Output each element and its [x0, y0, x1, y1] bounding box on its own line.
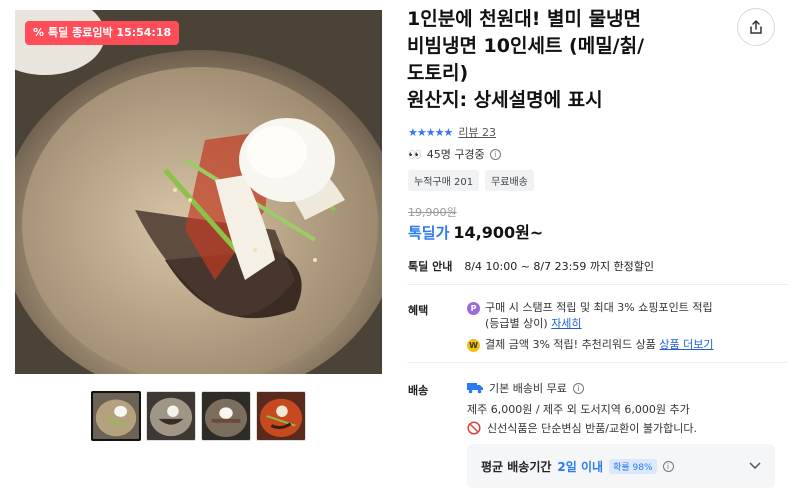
review-count-link[interactable]: 리뷰 23: [458, 124, 496, 140]
chevron-down-icon: [749, 462, 761, 470]
details-link[interactable]: 자세히: [551, 317, 581, 330]
reward-coin-icon: W: [467, 339, 480, 352]
shipping-extra-row: 제주 6,000원 / 제주 외 도서지역 6,000원 추가: [467, 401, 690, 417]
thumbnail-1[interactable]: [91, 391, 141, 441]
divider: [407, 362, 787, 363]
deal-info-value: 8/4 10:00 ~ 8/7 23:59 까지 한정할인: [464, 260, 655, 273]
shipping-free-row: 기본 배송비 무료 i: [467, 380, 584, 396]
more-products-link[interactable]: 상품 더보기: [659, 338, 713, 351]
current-price: 14,900원~: [453, 223, 544, 242]
average-delivery-box[interactable]: 평균 배송기간 2일 이내 확률 98% i: [467, 444, 775, 488]
thumbnail-strip: [91, 391, 306, 441]
benefit-subtext: (등급별 상이): [485, 317, 548, 330]
title-line: 비빔냉면 10인세트 (메밀/칡/: [407, 35, 645, 57]
no-return-text: 신선식품은 단순변심 반품/교환이 불가합니다.: [487, 422, 697, 435]
deal-badge-label: 톡딜 종료임박 15:54:18: [48, 26, 172, 39]
naengmyeon-image: [15, 10, 382, 374]
benefit-item-stamp: P 구매 시 스탬프 적립 및 최대 3% 쇼핑포인트 적립 (등급별 상이) …: [467, 300, 713, 332]
point-icon: P: [467, 302, 480, 315]
shipping-free-text: 기본 배송비 무료: [489, 382, 567, 395]
deal-ending-badge: % 톡딜 종료임박 15:54:18: [25, 21, 180, 45]
share-icon: [750, 20, 762, 34]
title-line: 도토리): [407, 62, 469, 84]
delivery-label: 평균 배송기간: [481, 459, 552, 474]
title-line: 1인분에 천원대! 별미 물냉면: [407, 8, 642, 30]
thumbnail-3[interactable]: [201, 391, 251, 441]
tag-cumulative-purchase: 누적구매 201: [408, 170, 480, 191]
product-title: 1인분에 천원대! 별미 물냉면 비빔냉면 10인세트 (메밀/칡/ 도토리) …: [407, 6, 707, 114]
deal-info-label: 톡딜 안내: [408, 260, 453, 273]
deal-info-row: 톡딜 안내 8/4 10:00 ~ 8/7 23:59 까지 한정할인: [408, 258, 654, 274]
viewers-row: 👀 45명 구경중 i: [408, 146, 501, 162]
divider: [407, 284, 787, 285]
thumbnail-4[interactable]: [256, 391, 306, 441]
shipping-extra-text: 제주 6,000원 / 제주 외 도서지역 6,000원 추가: [467, 403, 690, 416]
eyes-icon: 👀: [408, 147, 422, 161]
benefit-text: 결제 금액 3% 적립! 추천리워드 상품: [485, 338, 656, 351]
info-icon[interactable]: i: [662, 460, 674, 472]
prohibited-icon: [467, 421, 481, 435]
star-rating: ★★★★★: [408, 125, 453, 139]
delivery-value: 2일 이내: [557, 459, 604, 474]
price-row: 톡딜가 14,900원~: [408, 219, 543, 243]
share-button[interactable]: [737, 8, 775, 46]
benefit-item-reward: W 결제 금액 3% 적립! 추천리워드 상품 상품 더보기: [467, 337, 714, 353]
viewers-text: 45명 구경중: [426, 148, 485, 161]
title-line: 원산지: 상세설명에 표시: [407, 89, 603, 111]
product-main-image: % 톡딜 종료임박 15:54:18: [15, 10, 382, 374]
percent-icon: %: [33, 26, 45, 39]
probability-badge: 확률 98%: [609, 458, 657, 474]
tag-list: 누적구매 201 무료배송: [408, 170, 534, 191]
info-icon[interactable]: i: [572, 382, 584, 394]
info-icon[interactable]: i: [489, 148, 501, 160]
no-return-row: 신선식품은 단순변심 반품/교환이 불가합니다.: [467, 420, 697, 436]
rating-row: ★★★★★ 리뷰 23: [408, 124, 496, 140]
thumbnail-2[interactable]: [146, 391, 196, 441]
truck-icon: [467, 383, 483, 394]
tag-free-shipping: 무료배송: [485, 170, 534, 191]
benefit-text: 구매 시 스탬프 적립 및 최대 3% 쇼핑포인트 적립: [485, 301, 713, 314]
price-label: 톡딜가: [408, 224, 450, 242]
benefit-label: 혜택: [408, 304, 429, 317]
original-price: 19,900원: [408, 206, 457, 219]
shipping-label: 배송: [408, 384, 429, 397]
